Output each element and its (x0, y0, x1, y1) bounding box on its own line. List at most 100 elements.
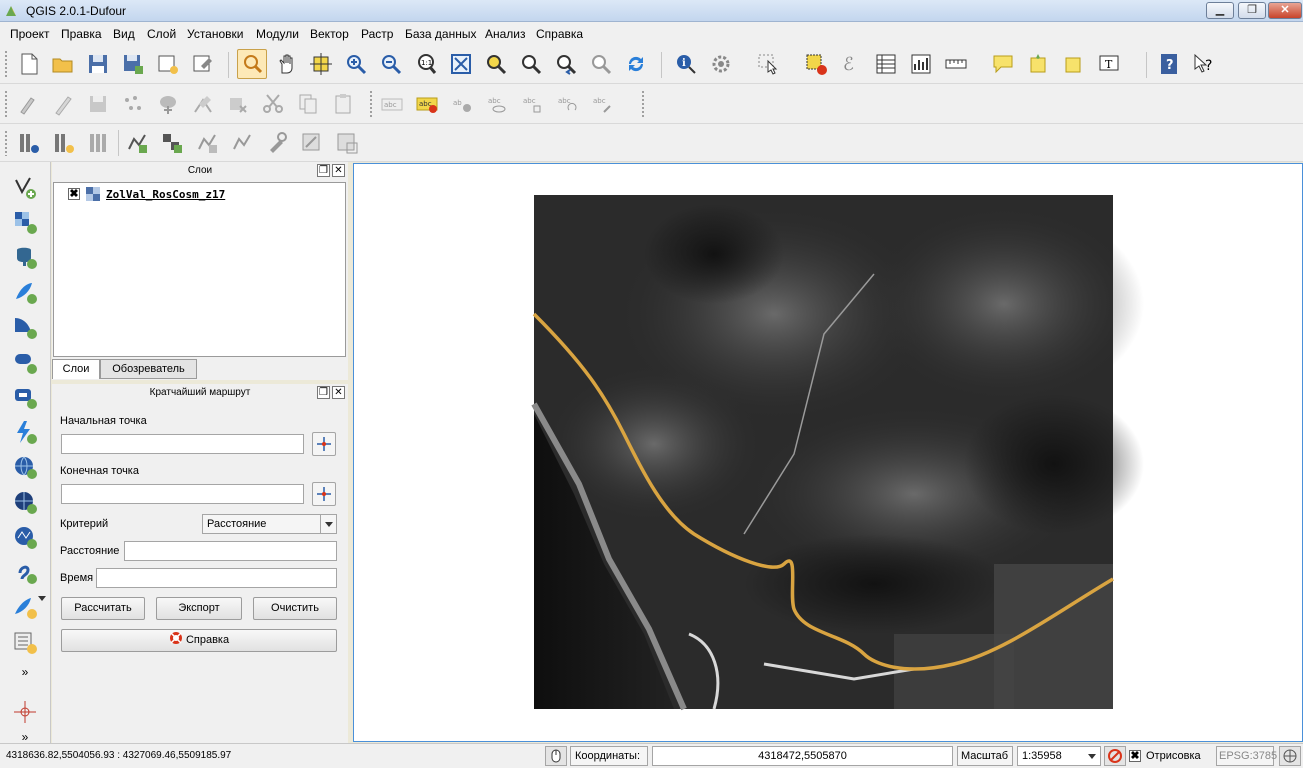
new-bookmark-icon[interactable] (1023, 49, 1053, 79)
render-toggle[interactable]: ✖ Отрисовка (1129, 746, 1213, 766)
float-panel-button[interactable]: ❐ (317, 386, 330, 399)
menu-settings[interactable]: Установки (187, 27, 243, 41)
add-wfs-layer-icon[interactable] (10, 522, 40, 552)
composer-manager-icon[interactable] (188, 49, 218, 79)
delete-selected-icon[interactable] (223, 89, 253, 119)
add-wms-layer-icon[interactable] (10, 452, 40, 482)
add-delimited-text-icon[interactable] (10, 417, 40, 447)
move-label-icon[interactable]: abc (517, 89, 547, 119)
layer-labeling-icon[interactable]: abc (412, 89, 442, 119)
toolbar-grip[interactable] (4, 130, 8, 156)
paste-features-icon[interactable] (328, 89, 358, 119)
chevron-down-icon[interactable] (1088, 754, 1096, 759)
select-features-icon[interactable] (753, 49, 783, 79)
copy-features-icon[interactable] (293, 89, 323, 119)
pan-to-selection-icon[interactable] (306, 49, 336, 79)
run-feature-action-icon[interactable] (706, 49, 736, 79)
start-point-input[interactable] (61, 434, 304, 454)
close-panel-button[interactable]: ✕ (332, 164, 345, 177)
add-gpx-layer-icon[interactable] (10, 557, 40, 587)
map-canvas[interactable] (353, 163, 1303, 742)
minimize-button[interactable]: ▁ (1206, 2, 1234, 19)
criterion-select[interactable]: Расстояние (202, 514, 337, 534)
export-button[interactable]: Экспорт (156, 597, 242, 620)
raster-add-icon[interactable] (49, 128, 79, 158)
statistics-icon[interactable] (906, 49, 936, 79)
identify-features-icon[interactable]: i (671, 49, 701, 79)
clear-button[interactable]: Очистить (253, 597, 337, 620)
add-vector-layer-icon[interactable] (10, 172, 40, 202)
refresh-icon[interactable] (621, 49, 651, 79)
label-toolbar-icon[interactable]: abc (377, 89, 407, 119)
menu-raster[interactable]: Растр (361, 27, 393, 41)
zoom-actual-size-icon[interactable]: 1:1 (411, 49, 441, 79)
move-feature-icon[interactable] (153, 89, 183, 119)
toolbar-grip[interactable] (369, 90, 373, 118)
save-as-icon[interactable] (118, 49, 148, 79)
coordinates-field[interactable]: 4318472,5505870 (652, 746, 953, 766)
cut-features-icon[interactable] (258, 89, 288, 119)
menu-view[interactable]: Вид (113, 27, 135, 41)
show-bookmarks-icon[interactable] (1058, 49, 1088, 79)
pan-map-to-selection-icon[interactable] (237, 49, 267, 79)
help-button[interactable]: Справка (61, 629, 337, 652)
toggle-extents-button[interactable] (545, 746, 567, 766)
render-checkbox[interactable]: ✖ (1129, 750, 1141, 762)
raster-calc-icon[interactable] (14, 128, 44, 158)
add-feature-icon[interactable] (118, 89, 148, 119)
add-mssql-layer-icon[interactable] (10, 312, 40, 342)
tab-browser[interactable]: Обозреватель (100, 359, 197, 379)
layer-name[interactable]: ZolVal_RosCosm_z17 (106, 188, 225, 201)
save-layer-edits-icon[interactable] (83, 89, 113, 119)
zoom-out-icon[interactable] (376, 49, 406, 79)
crs-status-button[interactable]: EPSG:3785 (1216, 746, 1277, 766)
save-project-icon[interactable] (83, 49, 113, 79)
measure-line-icon[interactable] (941, 49, 971, 79)
close-panel-button[interactable]: ✕ (332, 386, 345, 399)
add-oracle-layer-icon[interactable] (10, 347, 40, 377)
menu-database[interactable]: База данных (405, 27, 476, 41)
new-spatialite-layer-icon[interactable] (10, 627, 40, 657)
vector-grid-icon[interactable] (157, 128, 187, 158)
menu-project[interactable]: Проект (10, 27, 50, 41)
toolbar-grip[interactable] (4, 90, 8, 118)
new-shapefile-layer-icon[interactable] (10, 592, 40, 622)
raster-clip-icon[interactable] (332, 128, 362, 158)
pin-labels-icon[interactable]: ab (447, 89, 477, 119)
pick-end-point-button[interactable] (312, 482, 336, 506)
calculate-button[interactable]: Рассчитать (61, 597, 145, 620)
field-calculator-icon[interactable]: ℰ (836, 49, 866, 79)
maximize-button[interactable]: ❐ (1238, 2, 1266, 19)
toolbar-grip[interactable] (4, 50, 8, 78)
show-hide-labels-icon[interactable]: abc (482, 89, 512, 119)
tab-layers[interactable]: Слои (52, 359, 100, 379)
layers-tree[interactable]: ✖ ZolVal_RosCosm_z17 (53, 182, 346, 357)
current-edits-icon[interactable] (14, 89, 44, 119)
add-postgis-layer-icon[interactable] (10, 242, 40, 272)
end-point-input[interactable] (61, 484, 304, 504)
tools-icon[interactable] (262, 128, 292, 158)
new-print-composer-icon[interactable] (153, 49, 183, 79)
stop-render-button[interactable] (1104, 746, 1126, 766)
vector-validate-icon[interactable] (227, 128, 257, 158)
menu-vector[interactable]: Вектор (310, 27, 349, 41)
raster-stats-icon[interactable] (84, 128, 114, 158)
time-field[interactable] (96, 568, 337, 588)
node-tool-icon[interactable] (188, 89, 218, 119)
menu-help[interactable]: Справка (536, 27, 583, 41)
add-spatialite-layer-icon[interactable] (10, 277, 40, 307)
menu-analysis[interactable]: Анализ (485, 27, 526, 41)
deselect-all-icon[interactable] (801, 49, 831, 79)
attribute-table-icon[interactable] (871, 49, 901, 79)
toolbar-grip[interactable] (641, 90, 645, 118)
layer-visibility-checkbox[interactable]: ✖ (68, 188, 80, 200)
vector-check-icon[interactable] (122, 128, 152, 158)
add-wcs-layer-icon[interactable] (10, 487, 40, 517)
zoom-full-icon[interactable] (446, 49, 476, 79)
menu-plugins[interactable]: Модули (256, 27, 299, 41)
open-project-icon[interactable] (48, 49, 78, 79)
zoom-to-selection-icon[interactable] (481, 49, 511, 79)
expand-toolbar-chevron-icon[interactable]: » (10, 657, 40, 687)
layer-item[interactable]: ✖ ZolVal_RosCosm_z17 (68, 186, 225, 202)
chevron-down-icon[interactable] (320, 515, 336, 533)
